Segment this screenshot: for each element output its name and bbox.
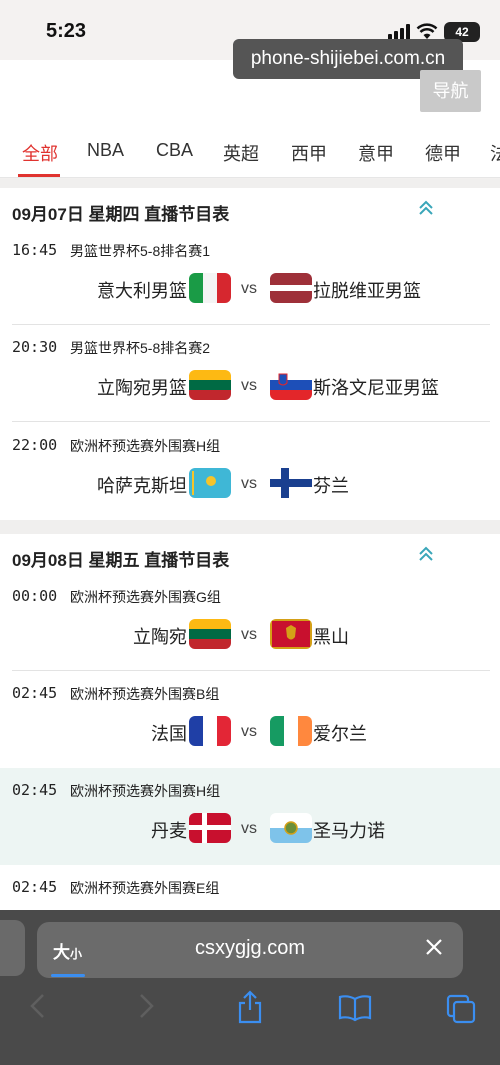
denmark-flag-icon xyxy=(189,813,231,843)
match-league: 男篮世界杯5-8排名赛1 xyxy=(70,243,211,259)
vs-label: vs xyxy=(241,475,257,492)
tab-la-liga[interactable]: 西甲 xyxy=(291,140,327,166)
finland-flag-icon xyxy=(270,468,312,498)
match-row[interactable]: 20:30 男篮世界杯5-8排名赛2 立陶宛男篮 vs 斯洛文尼亚男篮 xyxy=(0,325,500,422)
match-time: 22:00 xyxy=(12,436,58,454)
category-tabs: 全部 NBA CBA 英超 西甲 意甲 德甲 法 xyxy=(0,124,500,178)
collapse-icon[interactable] xyxy=(418,546,434,567)
tab-nba[interactable]: NBA xyxy=(87,140,124,161)
vs-label: vs xyxy=(241,280,257,297)
tab-cba[interactable]: CBA xyxy=(156,140,193,161)
forward-icon[interactable] xyxy=(136,992,156,1025)
away-team: 芬兰 xyxy=(313,476,349,496)
home-team: 立陶宛男篮 xyxy=(97,378,187,398)
match-time: 02:45 xyxy=(12,878,58,896)
active-tab-indicator xyxy=(18,174,60,177)
page-load-indicator xyxy=(51,974,85,977)
away-team: 圣马力诺 xyxy=(313,821,385,841)
tab-bundesliga[interactable]: 德甲 xyxy=(425,140,461,166)
schedule-section: 09月07日 星期四 直播节目表 16:45 男篮世界杯5-8排名赛1 意大利男… xyxy=(0,188,500,520)
match-time: 02:45 xyxy=(12,684,58,702)
section-title: 09月08日 星期五 直播节目表 xyxy=(12,551,230,570)
san-marino-flag-icon xyxy=(270,813,312,843)
match-league: 男篮世界杯5-8排名赛2 xyxy=(70,340,211,356)
vs-label: vs xyxy=(241,820,257,837)
vs-label: vs xyxy=(241,377,257,394)
slovenia-flag-icon xyxy=(270,370,312,400)
tab-ligue-1[interactable]: 法 xyxy=(490,140,500,166)
tab-premier-league[interactable]: 英超 xyxy=(223,140,259,166)
italy-flag-icon xyxy=(189,273,231,303)
browser-toolbar: 大小 csxygjg.com xyxy=(0,910,500,1065)
match-time: 16:45 xyxy=(12,241,58,259)
kazakhstan-flag-icon xyxy=(189,468,231,498)
montenegro-flag-icon xyxy=(270,619,312,649)
divider xyxy=(0,179,500,188)
bookmarks-icon[interactable] xyxy=(338,994,372,1027)
away-team: 黑山 xyxy=(313,627,349,647)
france-flag-icon xyxy=(189,716,231,746)
row-divider xyxy=(12,421,490,422)
vs-label: vs xyxy=(241,723,257,740)
match-league: 欧洲杯预选赛外围赛H组 xyxy=(70,438,221,454)
home-team: 法国 xyxy=(151,724,187,744)
clock: 5:23 xyxy=(46,20,87,42)
collapse-icon[interactable] xyxy=(418,200,434,221)
match-row[interactable]: 00:00 欧洲杯预选赛外围赛G组 立陶宛 vs 黑山 xyxy=(0,574,500,671)
match-row[interactable]: 22:00 欧洲杯预选赛外围赛H组 哈萨克斯坦 vs 芬兰 xyxy=(0,423,500,520)
schedule-section: 09月08日 星期五 直播节目表 00:00 欧洲杯预选赛外围赛G组 立陶宛 v… xyxy=(0,534,500,910)
nav-button[interactable]: 导航 xyxy=(420,70,481,112)
url-text: csxygjg.com xyxy=(194,937,306,959)
divider xyxy=(0,520,500,534)
tab-all[interactable]: 全部 xyxy=(22,140,58,166)
previous-tab-preview[interactable] xyxy=(0,920,25,976)
share-icon[interactable] xyxy=(236,990,264,1029)
away-team: 斯洛文尼亚男篮 xyxy=(313,378,439,398)
match-league: 欧洲杯预选赛外围赛H组 xyxy=(70,783,221,799)
match-league: 欧洲杯预选赛外围赛G组 xyxy=(70,589,221,605)
section-title: 09月07日 星期四 直播节目表 xyxy=(12,205,230,224)
vs-label: vs xyxy=(241,626,257,643)
match-row[interactable]: 16:45 男篮世界杯5-8排名赛1 意大利男篮 vs 拉脱维亚男篮 xyxy=(0,228,500,325)
address-bar[interactable]: 大小 csxygjg.com xyxy=(37,922,463,978)
match-league: 欧洲杯预选赛外围赛E组 xyxy=(70,880,220,896)
ireland-flag-icon xyxy=(270,716,312,746)
back-icon[interactable] xyxy=(28,992,48,1025)
home-team: 立陶宛 xyxy=(133,627,187,647)
match-time: 00:00 xyxy=(12,587,58,605)
home-team: 意大利男篮 xyxy=(97,281,187,301)
tabs-icon[interactable] xyxy=(446,994,476,1029)
lithuania-flag-icon xyxy=(189,619,231,649)
home-team: 哈萨克斯坦 xyxy=(97,476,187,496)
match-league: 欧洲杯预选赛外围赛B组 xyxy=(70,686,220,702)
latvia-flag-icon xyxy=(270,273,312,303)
home-team: 丹麦 xyxy=(151,821,187,841)
match-row[interactable]: 02:45 欧洲杯预选赛外围赛B组 法国 vs 爱尔兰 xyxy=(0,671,500,768)
away-team: 爱尔兰 xyxy=(313,724,367,744)
away-team: 拉脱维亚男篮 xyxy=(313,281,421,301)
tab-serie-a[interactable]: 意甲 xyxy=(358,140,394,166)
match-time: 20:30 xyxy=(12,338,58,356)
lithuania-flag-icon xyxy=(189,370,231,400)
match-row[interactable]: 02:45 欧洲杯预选赛外围赛H组 丹麦 vs 圣马力诺 xyxy=(0,768,500,865)
match-time: 02:45 xyxy=(12,781,58,799)
close-icon[interactable] xyxy=(423,936,445,963)
